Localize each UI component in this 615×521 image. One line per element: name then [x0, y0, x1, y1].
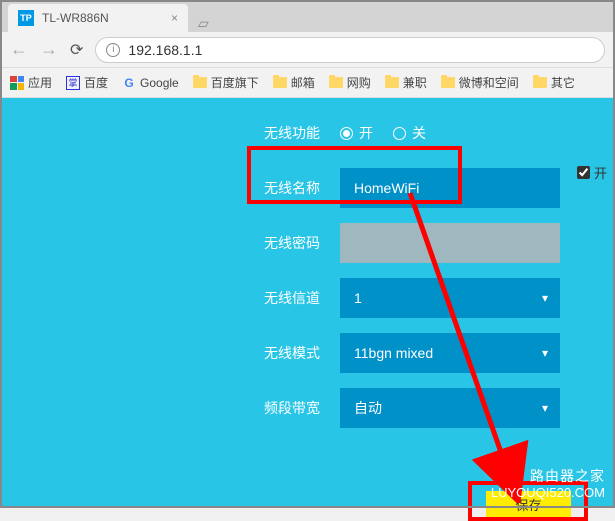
info-icon[interactable]: i: [106, 43, 120, 57]
row-password: 无线密码: [0, 223, 615, 263]
reload-icon[interactable]: ⟳: [70, 40, 83, 60]
mode-value: 11bgn mixed: [354, 345, 433, 361]
browser-tab-strip: TP TL-WR886N × ▱: [0, 0, 615, 32]
bookmark-folder[interactable]: 兼职: [385, 74, 427, 91]
browser-tab[interactable]: TP TL-WR886N ×: [8, 4, 188, 32]
folder-icon: [273, 77, 287, 88]
row-mode: 无线模式 11bgn mixed ▾: [0, 333, 615, 373]
google-icon: G: [122, 76, 136, 90]
checkbox-input[interactable]: [577, 166, 590, 179]
chevron-down-icon: ▾: [542, 401, 548, 415]
wireless-func-label: 无线功能: [0, 123, 340, 143]
password-field[interactable]: [340, 223, 560, 263]
radio-icon: [393, 127, 406, 140]
apps-icon: [10, 76, 24, 90]
bookmark-baidu[interactable]: 掌百度: [66, 74, 108, 91]
forward-icon[interactable]: →: [40, 39, 58, 60]
wireless-func-radio-group: 开 关: [340, 123, 426, 143]
back-icon[interactable]: ←: [10, 39, 28, 60]
password-input[interactable]: [354, 235, 546, 251]
folder-icon: [329, 77, 343, 88]
router-page: 无线功能 开 关 无线名称 无线密码 无线信道 1 ▾ 无线模式 11bgn m…: [0, 98, 615, 508]
row-bandwidth: 频段带宽 自动 ▾: [0, 388, 615, 428]
bookmark-folder[interactable]: 百度旗下: [193, 74, 259, 91]
ssid-label: 无线名称: [0, 178, 340, 198]
chevron-down-icon: ▾: [542, 346, 548, 360]
apps-shortcut[interactable]: 应用: [10, 74, 52, 91]
folder-icon: [193, 77, 207, 88]
chevron-down-icon: ▾: [542, 291, 548, 305]
bandwidth-value: 自动: [354, 398, 382, 418]
bookmarks-bar: 应用 掌百度 GGoogle 百度旗下 邮箱 网购 兼职 微博和空间 其它: [0, 68, 615, 98]
password-label: 无线密码: [0, 233, 340, 253]
apps-label: 应用: [28, 74, 52, 91]
ssid-input[interactable]: [354, 180, 546, 196]
channel-select[interactable]: 1 ▾: [340, 278, 560, 318]
ssid-field[interactable]: [340, 168, 560, 208]
folder-icon: [385, 77, 399, 88]
radio-icon: [340, 127, 353, 140]
url-text: 192.168.1.1: [128, 42, 202, 58]
mode-label: 无线模式: [0, 343, 340, 363]
channel-value: 1: [354, 290, 362, 306]
row-ssid: 无线名称: [0, 168, 615, 208]
bookmark-folder[interactable]: 其它: [533, 74, 575, 91]
bandwidth-select[interactable]: 自动 ▾: [340, 388, 560, 428]
bookmark-folder[interactable]: 邮箱: [273, 74, 315, 91]
bookmark-google[interactable]: GGoogle: [122, 76, 179, 90]
radio-off[interactable]: 关: [393, 123, 426, 143]
new-tab-button[interactable]: ▱: [188, 15, 219, 32]
row-wireless-func: 无线功能 开 关: [0, 113, 615, 153]
close-icon[interactable]: ×: [171, 11, 178, 25]
folder-icon: [533, 77, 547, 88]
tab-title: TL-WR886N: [42, 11, 109, 25]
bookmark-folder[interactable]: 微博和空间: [441, 74, 519, 91]
watermark: 路由器之家 LUYOUQI520.COM: [491, 467, 605, 502]
address-bar[interactable]: i 192.168.1.1: [95, 37, 605, 63]
mode-select[interactable]: 11bgn mixed ▾: [340, 333, 560, 373]
browser-toolbar: ← → ⟳ i 192.168.1.1: [0, 32, 615, 68]
side-checkbox[interactable]: 开: [577, 163, 607, 182]
folder-icon: [441, 77, 455, 88]
baidu-icon: 掌: [66, 76, 80, 90]
tab-favicon: TP: [18, 10, 34, 26]
channel-label: 无线信道: [0, 288, 340, 308]
bookmark-folder[interactable]: 网购: [329, 74, 371, 91]
row-channel: 无线信道 1 ▾: [0, 278, 615, 318]
radio-on[interactable]: 开: [340, 123, 373, 143]
bandwidth-label: 频段带宽: [0, 398, 340, 418]
